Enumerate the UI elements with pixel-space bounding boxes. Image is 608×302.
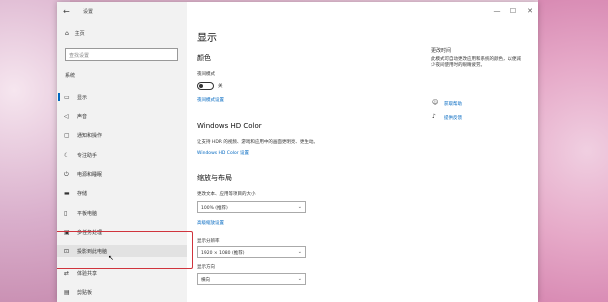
annotation-highlight-box — [57, 231, 193, 269]
color-section-header: 颜色 — [197, 54, 211, 62]
sidebar-item-label: 存储 — [77, 191, 88, 197]
scale-value: 100% (推荐) — [201, 206, 228, 211]
night-light-label: 夜间模式 — [197, 72, 215, 77]
settings-window: ⌂ 主页 查找设置 系统 ▭ 显示 ◁ 声音 ▢ 通知和操作 ☾ 专注助手 ⏻ … — [57, 2, 538, 302]
storage-icon: ▬ — [64, 190, 70, 197]
sidebar-item-storage[interactable]: ▬ 存储 — [57, 187, 187, 199]
sidebar: ⌂ 主页 查找设置 系统 ▭ 显示 ◁ 声音 ▢ 通知和操作 ☾ 专注助手 ⏻ … — [57, 2, 193, 302]
sidebar-item-power-sleep[interactable]: ⏻ 电源和睡眠 — [57, 168, 187, 180]
feedback-icon: ♪ — [432, 113, 436, 120]
clipboard-icon: ▤ — [64, 289, 70, 296]
home-label: 主页 — [74, 31, 85, 37]
speaker-icon: ◁ — [64, 113, 69, 120]
sidebar-item-tablet[interactable]: ▯ 平板电脑 — [57, 207, 187, 219]
close-button[interactable]: ✕ — [523, 5, 537, 17]
display-icon: ▭ — [64, 94, 70, 101]
sidebar-item-label: 电源和睡眠 — [77, 172, 103, 178]
resolution-dropdown[interactable]: 1920 × 1080 (推荐) ⌄ — [197, 246, 306, 258]
related-description: 此模式可自动更改应用和系统的颜色，以便减少夜间使用时的眼睛疲劳。 — [431, 57, 521, 68]
night-light-state: 关 — [218, 84, 223, 89]
back-arrow-icon[interactable]: ← — [63, 7, 73, 17]
night-light-settings-link[interactable]: 夜间模式设置 — [197, 97, 224, 103]
hd-color-header: Windows HD Color — [197, 122, 262, 130]
chevron-down-icon: ⌄ — [297, 249, 302, 255]
sidebar-home[interactable]: ⌂ 主页 — [65, 30, 85, 40]
chevron-down-icon: ⌄ — [297, 276, 302, 282]
home-icon: ⌂ — [65, 30, 69, 37]
orientation-value: 横向 — [201, 278, 210, 283]
title-bar: ← 设置 — ☐ ✕ — [57, 2, 538, 22]
desktop-wallpaper-right — [538, 0, 608, 302]
sidebar-item-label: 通知和操作 — [77, 133, 103, 139]
sidebar-item-label: 显示 — [77, 95, 88, 101]
hd-color-description: 让支持 HDR 的视频、游戏和应用中的画面更明亮、更生动。 — [197, 140, 318, 145]
share-icon: ⇄ — [64, 270, 70, 277]
advanced-scaling-link[interactable]: 高级缩放设置 — [197, 220, 224, 226]
resolution-label: 显示分辨率 — [197, 239, 220, 244]
chevron-down-icon: ⌄ — [297, 204, 302, 210]
sidebar-item-label: 体验共享 — [77, 271, 98, 277]
sidebar-item-notifications[interactable]: ▢ 通知和操作 — [57, 129, 187, 141]
sidebar-item-focus-assist[interactable]: ☾ 专注助手 — [57, 149, 187, 161]
app-title: 设置 — [83, 9, 94, 15]
orientation-dropdown[interactable]: 横向 ⌄ — [197, 273, 306, 285]
help-icon: ☺ — [432, 99, 439, 106]
sidebar-item-display[interactable]: ▭ 显示 — [57, 91, 187, 103]
tablet-icon: ▯ — [64, 210, 68, 217]
sidebar-item-label: 平板电脑 — [77, 211, 98, 217]
toggle-knob — [199, 84, 203, 88]
get-help-link[interactable]: 获取帮助 — [444, 101, 462, 107]
scale-layout-header: 缩放与布局 — [197, 174, 232, 182]
sidebar-item-sound[interactable]: ◁ 声音 — [57, 110, 187, 122]
notification-icon: ▢ — [64, 132, 70, 139]
sidebar-item-label: 声音 — [77, 114, 88, 120]
scale-dropdown[interactable]: 100% (推荐) ⌄ — [197, 201, 306, 213]
sidebar-item-label: 剪贴板 — [77, 290, 93, 296]
search-placeholder: 查找设置 — [69, 53, 90, 59]
scale-label: 更改文本、应用等项目的大小 — [197, 192, 256, 197]
give-feedback-link[interactable]: 提供反馈 — [444, 115, 462, 121]
maximize-button[interactable]: ☐ — [506, 5, 520, 17]
sidebar-item-label: 专注助手 — [77, 153, 98, 159]
sidebar-item-clipboard[interactable]: ▤ 剪贴板 — [57, 286, 187, 298]
night-light-toggle[interactable] — [197, 82, 214, 90]
moon-icon: ☾ — [64, 152, 70, 159]
search-input[interactable]: 查找设置 — [65, 48, 178, 61]
power-icon: ⏻ — [64, 171, 69, 178]
related-header: 更改时间 — [431, 48, 452, 54]
hd-color-settings-link[interactable]: Windows HD Color 设置 — [197, 150, 249, 156]
minimize-button[interactable]: — — [490, 5, 504, 17]
orientation-label: 显示方向 — [197, 265, 215, 270]
resolution-value: 1920 × 1080 (推荐) — [201, 251, 245, 256]
mouse-cursor-icon: ↖ — [108, 254, 114, 262]
sidebar-section-label: 系统 — [65, 73, 76, 79]
page-title: 显示 — [197, 33, 217, 44]
